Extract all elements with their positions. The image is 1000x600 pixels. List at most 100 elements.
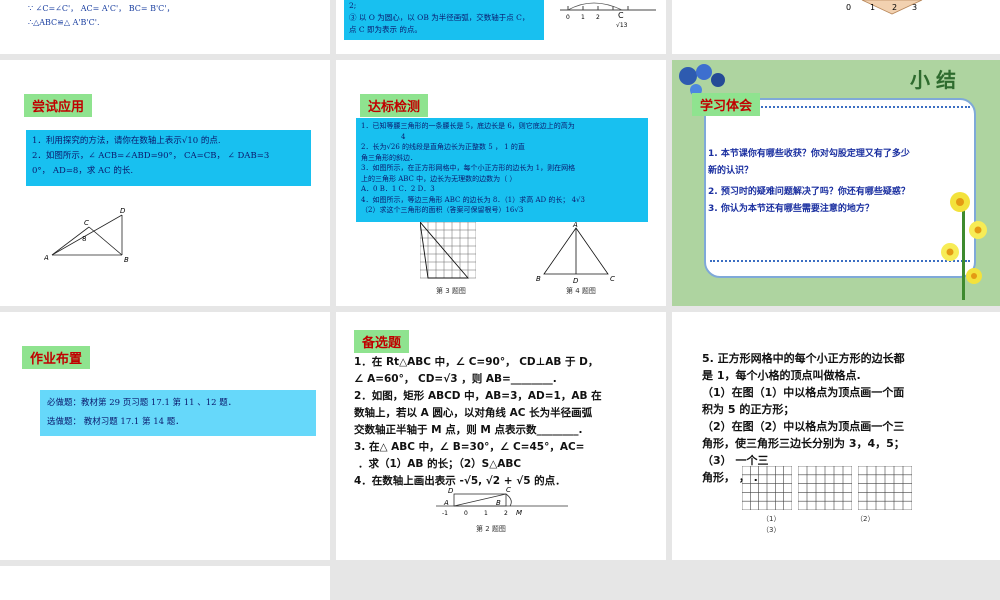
grid-caption-2: （2） xyxy=(856,515,875,523)
number-line-figure: 0 1 2 3 xyxy=(846,3,917,12)
backup-question-3: 3. 在△ ABC 中，∠ B=30°，∠ C=45°，AC= xyxy=(354,441,585,453)
grid-question-line-3: （1）在图（1）中以格点为顶点画一个面 xyxy=(702,386,905,399)
required-homework: 必做题：教材第 29 页习题 17.1 第 11 、12 题． xyxy=(47,398,237,408)
question-3-continued: 上的三角形 ABC 中，边长为无理数的边数为（ ） xyxy=(361,174,517,183)
vertex-label-a: A xyxy=(44,254,49,262)
grid-question-line-4: 积为 5 的正方形； xyxy=(702,403,795,416)
reflection-list: 1. 本节课你有哪些收获？你对勾股定理又有了多少 新的认识？ 2. 预习时的疑难… xyxy=(708,146,970,218)
figure-4-caption: 第 4 题图 xyxy=(566,287,596,295)
axis-tick-label: 0 xyxy=(846,3,851,12)
proof-line-1: ∵ ∠C=∠C'， AC= A'C'， BC= B'C'， xyxy=(28,4,175,13)
vertex-label-d: D xyxy=(573,277,579,284)
summary-deco-title: 小结 xyxy=(910,68,962,92)
number-line-figure: 0 1 2 C √13 xyxy=(560,2,656,29)
homework-box: 必做题：教材第 29 页习题 17.1 第 11 、12 题． 选做题： 教材习… xyxy=(40,390,316,436)
question-2-continued: 角三角形的斜边． xyxy=(361,153,417,162)
slide-thumbnail-1[interactable]: ∵ ∠C=∠C'， AC= A'C'， BC= B'C'， ∴△ABC≌△ A'… xyxy=(0,0,330,54)
vertex-label-a: A xyxy=(572,222,578,229)
square-grid-3 xyxy=(858,466,912,510)
figure-2-caption: 第 2 题图 xyxy=(476,525,506,533)
slide-title-badge: 达标检测 xyxy=(360,94,429,117)
backup-question-1-continued: ∠ A=60°， CD=√3 ，则 AB=________. xyxy=(354,373,557,385)
construction-steps-box: 2; ③ 以 O 为圆心，以 OB 为半径画弧，交数轴于点 C， 点 C 即为表… xyxy=(344,0,544,40)
question-3-options: A．0 B．1 C．2 D．3 xyxy=(361,185,435,193)
axis-tick-label: -1 xyxy=(442,510,448,517)
backup-questions: 1．在 Rt△ABC 中，∠ C=90°， CD⊥AB 于 D， ∠ A=60°… xyxy=(354,354,659,490)
grid-caption-1: （1） xyxy=(762,515,781,523)
notebook-ring-bottom xyxy=(710,260,970,270)
figure-3-caption: 第 3 题图 xyxy=(436,287,466,295)
slide-title-badge: 学习体会 xyxy=(692,93,761,116)
backup-question-2: 2．如图，矩形 ABCD 中，AB=3，AD=1，AB 在 xyxy=(354,390,602,402)
square-grid-1 xyxy=(742,466,792,510)
slide-title-badge: 作业布置 xyxy=(22,346,91,369)
grid-question-line-1: 5. 正方形网格中的每个小正方形的边长都 xyxy=(702,352,905,365)
axis-tick-label: 0 xyxy=(566,14,570,21)
slide-thumbnail-2[interactable]: 2; ③ 以 O 为圆心，以 OB 为半径画弧，交数轴于点 C， 点 C 即为表… xyxy=(336,0,666,54)
optional-homework: 选做题： 教材习题 17.1 第 14 题． xyxy=(47,417,184,427)
slide-title-badge: 尝试应用 xyxy=(24,94,93,117)
equilateral-triangle-figure: A B C D xyxy=(536,222,615,284)
slide-thumbnail-8[interactable]: 备选题 1．在 Rt△ABC 中，∠ C=90°， CD⊥AB 于 D， ∠ A… xyxy=(336,312,666,560)
daffodil-decoration-icon xyxy=(941,192,987,300)
step-line-2: ③ 以 O 为圆心，以 OB 为半径画弧，交数轴于点 C， xyxy=(349,13,530,22)
vertex-label-b: B xyxy=(124,256,129,264)
slide-thumbnail-6[interactable]: 小结 学习体会 1. 本节课你有哪些收获？你对勾股定理又有了多少 新的认识？ 2… xyxy=(672,60,1000,306)
vertex-label-d: D xyxy=(120,207,126,215)
question-3: 3．如图所示，在正方形网格中，每个小正方形的边长为 1，则在网格 xyxy=(361,164,576,172)
question-2-continued: 0°， AD=8，求 AC 的长. xyxy=(32,166,134,176)
triangle-figure: A B C D 8 xyxy=(44,207,129,264)
axis-tick-label: 2 xyxy=(892,3,897,12)
slide-thumbnail-5[interactable]: 达标检测 1．已知等腰三角形的一条腰长是 5，底边长是 6，则它底边上的高为 4… xyxy=(336,60,666,306)
slide-thumbnail-7[interactable]: 作业布置 必做题：教材第 29 页习题 17.1 第 11 、12 题． 选做题… xyxy=(0,312,330,560)
question-4-continued: （2）求这个三角形的面积（答案可保留根号）16√3 xyxy=(361,206,524,214)
vertex-label-b: B xyxy=(496,499,501,507)
question-box: 1．利用探究的方法，请你在数轴上表示√10 的点. 2．如图所示，∠ ACB=∠… xyxy=(26,130,311,186)
vertex-label-c: C xyxy=(610,275,615,283)
rectangle-number-line-figure: D C A B M -1 0 1 2 xyxy=(436,486,568,517)
vertex-label-b: B xyxy=(536,275,541,283)
step-line-1: 2; xyxy=(349,1,357,10)
vertex-label-a: A xyxy=(443,499,449,507)
slide-thumbnail-3[interactable]: 0 1 2 3 xyxy=(672,0,1000,54)
vertex-label-c: C xyxy=(506,486,511,494)
reflection-question-1-continued: 新的认识？ xyxy=(708,166,754,176)
proof-line-2: ∴△ABC≌△ A'B'C'. xyxy=(28,18,100,27)
axis-tick-label: 1 xyxy=(581,14,585,21)
square-grid-2 xyxy=(798,466,852,510)
slide-thumbnail-9[interactable]: 5. 正方形网格中的每个小正方形的边长都 是 1，每个小格的顶点叫做格点. （1… xyxy=(672,312,1000,560)
vertex-label-c: C xyxy=(84,219,89,227)
grid-question-line-6: 角形，使三角形三边长分别为 3，4，5； xyxy=(702,437,905,450)
sqrt13-label: √13 xyxy=(616,22,628,29)
slide-thumbnail-4[interactable]: 尝试应用 1．利用探究的方法，请你在数轴上表示√10 的点. 2．如图所示，∠ … xyxy=(0,60,330,306)
question-4: 4．如图所示，等边三角形 ABC 的边长为 8．（1）求高 AD 的长； 4√3 xyxy=(361,195,585,204)
grid-question-line-5: （2）在图（2）中以格点为顶点画一个三 xyxy=(702,420,905,433)
axis-tick-label: 1 xyxy=(484,510,488,517)
axis-tick-label: 1 xyxy=(870,3,875,12)
length-label: 8 xyxy=(82,235,86,243)
question-2: 2．如图所示，∠ ACB=∠ABD=90°， CA=CB， ∠ DAB=3 xyxy=(32,151,270,161)
backup-question-3-continued: ．求（1）AB 的长；（2）S△ABC xyxy=(358,458,522,470)
backup-question-2-continued: 数轴上，若以 A 圆心，以对角线 AC 长为半径画弧 xyxy=(354,407,593,419)
reflection-question-1: 1. 本节课你有哪些收获？你对勾股定理又有了多少 xyxy=(708,149,910,159)
question-1: 1．已知等腰三角形的一条腰长是 5，底边长是 6，则它底边上的高为 xyxy=(361,122,575,130)
grid-caption-3: （3） xyxy=(762,526,781,534)
backup-question-2-end: 交数轴正半轴于 M 点，则 M 点表示数________. xyxy=(354,424,583,436)
reflection-question-3: 3. 你认为本节还有哪些需要注意的地方？ xyxy=(708,204,874,214)
slide-title-badge: 备选题 xyxy=(354,330,410,353)
axis-tick-label: 3 xyxy=(912,3,917,12)
question-box: 1．已知等腰三角形的一条腰长是 5，底边长是 6，则它底边上的高为 4 2．长为… xyxy=(356,118,648,222)
backup-question-1: 1．在 Rt△ABC 中，∠ C=90°， CD⊥AB 于 D， xyxy=(354,356,599,368)
grid-question-line-2: 是 1，每个小格的顶点叫做格点. xyxy=(702,369,861,382)
reflection-question-2: 2. 预习时的疑难问题解决了吗？你还有哪些疑惑？ xyxy=(708,187,910,197)
axis-tick-label: 2 xyxy=(504,510,508,517)
axis-tick-label: 0 xyxy=(464,510,468,517)
point-m-label: M xyxy=(516,509,522,517)
step-line-3: 点 C 即为表示 的点。 xyxy=(349,25,422,34)
answer-1: 4 xyxy=(401,132,406,141)
slide-thumbnail-10[interactable] xyxy=(0,566,330,600)
question-1: 1．利用探究的方法，请你在数轴上表示√10 的点. xyxy=(32,136,221,146)
vertex-label-d: D xyxy=(448,487,454,495)
grid-figure xyxy=(420,222,476,279)
point-c-label: C xyxy=(618,11,624,20)
